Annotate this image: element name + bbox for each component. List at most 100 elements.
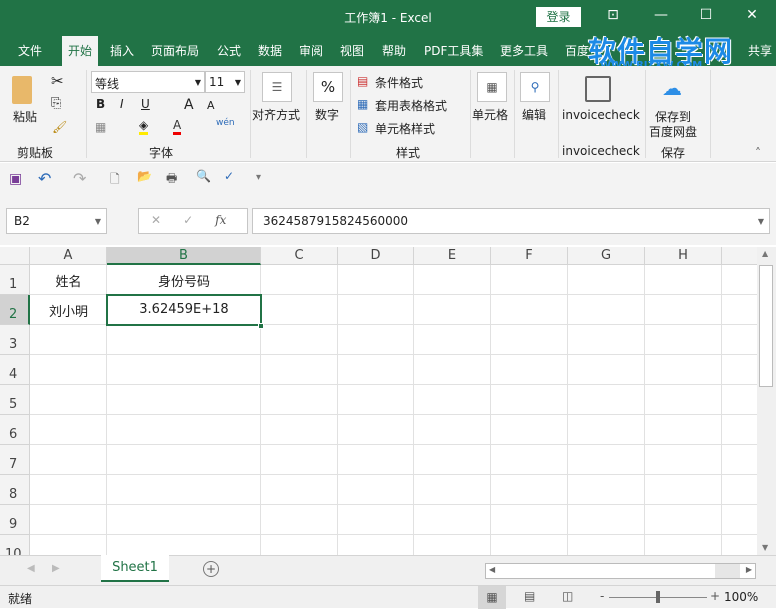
print-preview-icon[interactable]: 🔍 <box>196 169 211 183</box>
horizontal-scroll-track[interactable] <box>715 564 740 578</box>
next-sheet-icon[interactable]: ▶ <box>52 563 60 574</box>
phonetic-button[interactable]: wén <box>216 118 235 128</box>
tab-more-tools[interactable]: 更多工具 <box>500 42 548 59</box>
tab-page-layout[interactable]: 页面布局 <box>151 42 199 59</box>
scroll-left-icon[interactable]: ◀ <box>489 565 495 574</box>
scroll-down-icon[interactable]: ▼ <box>762 543 768 552</box>
tab-baidu[interactable]: 百度 <box>565 42 589 59</box>
align-icon[interactable]: ☰ <box>262 72 292 102</box>
row-header-9[interactable]: 9 <box>0 505 30 535</box>
tab-help[interactable]: 帮助 <box>382 42 406 59</box>
enter-icon[interactable]: ✓ <box>183 213 193 227</box>
border-icon[interactable]: ▦ <box>95 120 106 134</box>
zoom-slider-thumb[interactable] <box>656 591 660 603</box>
conditional-format-button[interactable]: 条件格式 <box>375 74 423 91</box>
cell-b1[interactable]: 身份号码 <box>107 271 261 290</box>
worksheet-grid[interactable]: A B C D E F G H 1 2 3 4 5 6 7 8 9 10 姓名 … <box>0 247 757 555</box>
cells-button[interactable]: 单元格 <box>472 106 508 123</box>
vertical-scrollbar[interactable]: ▲ ▼ <box>757 247 776 555</box>
format-as-table-button[interactable]: 套用表格格式 <box>375 97 447 114</box>
number-button[interactable]: 数字 <box>315 106 339 123</box>
row-header-8[interactable]: 8 <box>0 475 30 505</box>
zoom-out-button[interactable]: - <box>600 589 604 603</box>
sheet-tab-sheet1[interactable]: Sheet1 <box>101 555 169 582</box>
tab-data[interactable]: 数据 <box>258 42 282 59</box>
cut-icon[interactable]: ✂ <box>51 72 64 90</box>
search-icon[interactable]: ⚲ <box>520 72 550 102</box>
spelling-icon[interactable]: ✓ <box>224 169 234 183</box>
tab-share[interactable]: 共享 <box>748 42 772 59</box>
select-all-button[interactable] <box>0 247 30 265</box>
fill-color-icon[interactable]: ◈ <box>139 118 149 135</box>
shrink-font-button[interactable]: A <box>207 99 215 112</box>
grow-font-button[interactable]: A <box>184 97 194 113</box>
italic-button[interactable]: I <box>120 97 124 111</box>
font-size-select[interactable]: 11 ▼ <box>205 71 245 93</box>
add-sheet-button[interactable]: + <box>203 561 219 577</box>
bold-button[interactable]: B <box>96 97 105 111</box>
alignment-button[interactable]: 对齐方式 <box>252 106 300 123</box>
horizontal-scrollbar[interactable]: ◀ ▶ <box>485 563 756 579</box>
normal-view-icon[interactable]: ▦ <box>478 586 506 609</box>
zoom-level[interactable]: 100% <box>724 590 758 604</box>
cell-a1[interactable]: 姓名 <box>30 271 107 290</box>
customize-qat-icon[interactable]: ▾ <box>256 172 261 183</box>
column-header-a[interactable]: A <box>30 247 107 265</box>
cancel-icon[interactable]: ✕ <box>151 213 161 227</box>
vertical-scroll-thumb[interactable] <box>759 265 773 387</box>
row-header-7[interactable]: 7 <box>0 445 30 475</box>
row-header-1[interactable]: 1 <box>0 265 30 295</box>
format-painter-icon[interactable]: 🖌 <box>52 120 67 134</box>
maximize-button[interactable]: ☐ <box>691 7 721 23</box>
editing-button[interactable]: 编辑 <box>522 106 546 123</box>
copy-icon[interactable]: ⎘ <box>51 96 61 111</box>
name-box[interactable]: B2 ▼ <box>6 208 107 234</box>
column-header-d[interactable]: D <box>338 247 414 265</box>
column-header-b[interactable]: B <box>107 247 261 265</box>
cell-styles-button[interactable]: 单元格样式 <box>375 120 435 137</box>
percent-icon[interactable]: % <box>313 72 343 102</box>
scroll-right-icon[interactable]: ▶ <box>746 565 752 574</box>
underline-button[interactable]: U <box>141 97 150 111</box>
tab-pdf-tools[interactable]: PDF工具集 <box>424 42 483 59</box>
minimize-button[interactable]: — <box>646 7 676 23</box>
open-folder-icon[interactable]: 📂 <box>137 169 152 183</box>
row-header-10[interactable]: 10 <box>0 535 30 555</box>
cell-b2-selected[interactable]: 3.62459E+18 <box>106 294 262 326</box>
tab-review[interactable]: 审阅 <box>299 42 323 59</box>
formula-input[interactable]: 3624587915824560000 ▼ <box>252 208 770 234</box>
prev-sheet-icon[interactable]: ◀ <box>27 563 35 574</box>
column-header-i[interactable] <box>722 247 757 265</box>
tab-formulas[interactable]: 公式 <box>217 42 241 59</box>
row-header-2[interactable]: 2 <box>0 295 30 325</box>
invoicecheck-button[interactable]: invoicecheck <box>562 108 640 122</box>
redo-icon[interactable]: ↷ <box>73 169 86 188</box>
row-header-3[interactable]: 3 <box>0 325 30 355</box>
column-header-g[interactable]: G <box>568 247 645 265</box>
tab-view[interactable]: 视图 <box>340 42 364 59</box>
tab-insert[interactable]: 插入 <box>110 42 134 59</box>
undo-icon[interactable]: ↶ <box>38 169 51 188</box>
new-file-icon[interactable]: 🗋 <box>110 170 120 191</box>
cells-icon[interactable]: ▦ <box>477 72 507 102</box>
save-to-baidu-label2[interactable]: 百度网盘 <box>649 123 697 140</box>
fill-handle[interactable] <box>258 323 264 329</box>
paste-button[interactable]: 粘贴 <box>13 108 37 125</box>
tab-file[interactable]: 文件 <box>18 42 42 59</box>
login-button[interactable]: 登录 <box>536 7 581 27</box>
cell-a2[interactable]: 刘小明 <box>30 301 107 320</box>
zoom-in-button[interactable]: + <box>710 589 720 603</box>
print-icon[interactable]: 🖶 <box>166 169 177 190</box>
font-name-select[interactable]: 等线 ▼ <box>91 71 205 93</box>
font-color-button[interactable]: A <box>173 118 182 135</box>
page-break-view-icon[interactable]: ◫ <box>562 589 573 603</box>
save-icon[interactable]: ▣ <box>9 171 22 187</box>
collapse-ribbon-icon[interactable]: ˄ <box>755 146 761 160</box>
column-header-e[interactable]: E <box>414 247 491 265</box>
close-button[interactable]: ✕ <box>737 7 767 23</box>
tab-home[interactable]: 开始 <box>62 36 99 66</box>
column-header-f[interactable]: F <box>491 247 568 265</box>
column-header-c[interactable]: C <box>261 247 338 265</box>
page-layout-view-icon[interactable]: ▤ <box>524 589 535 603</box>
row-header-5[interactable]: 5 <box>0 385 30 415</box>
